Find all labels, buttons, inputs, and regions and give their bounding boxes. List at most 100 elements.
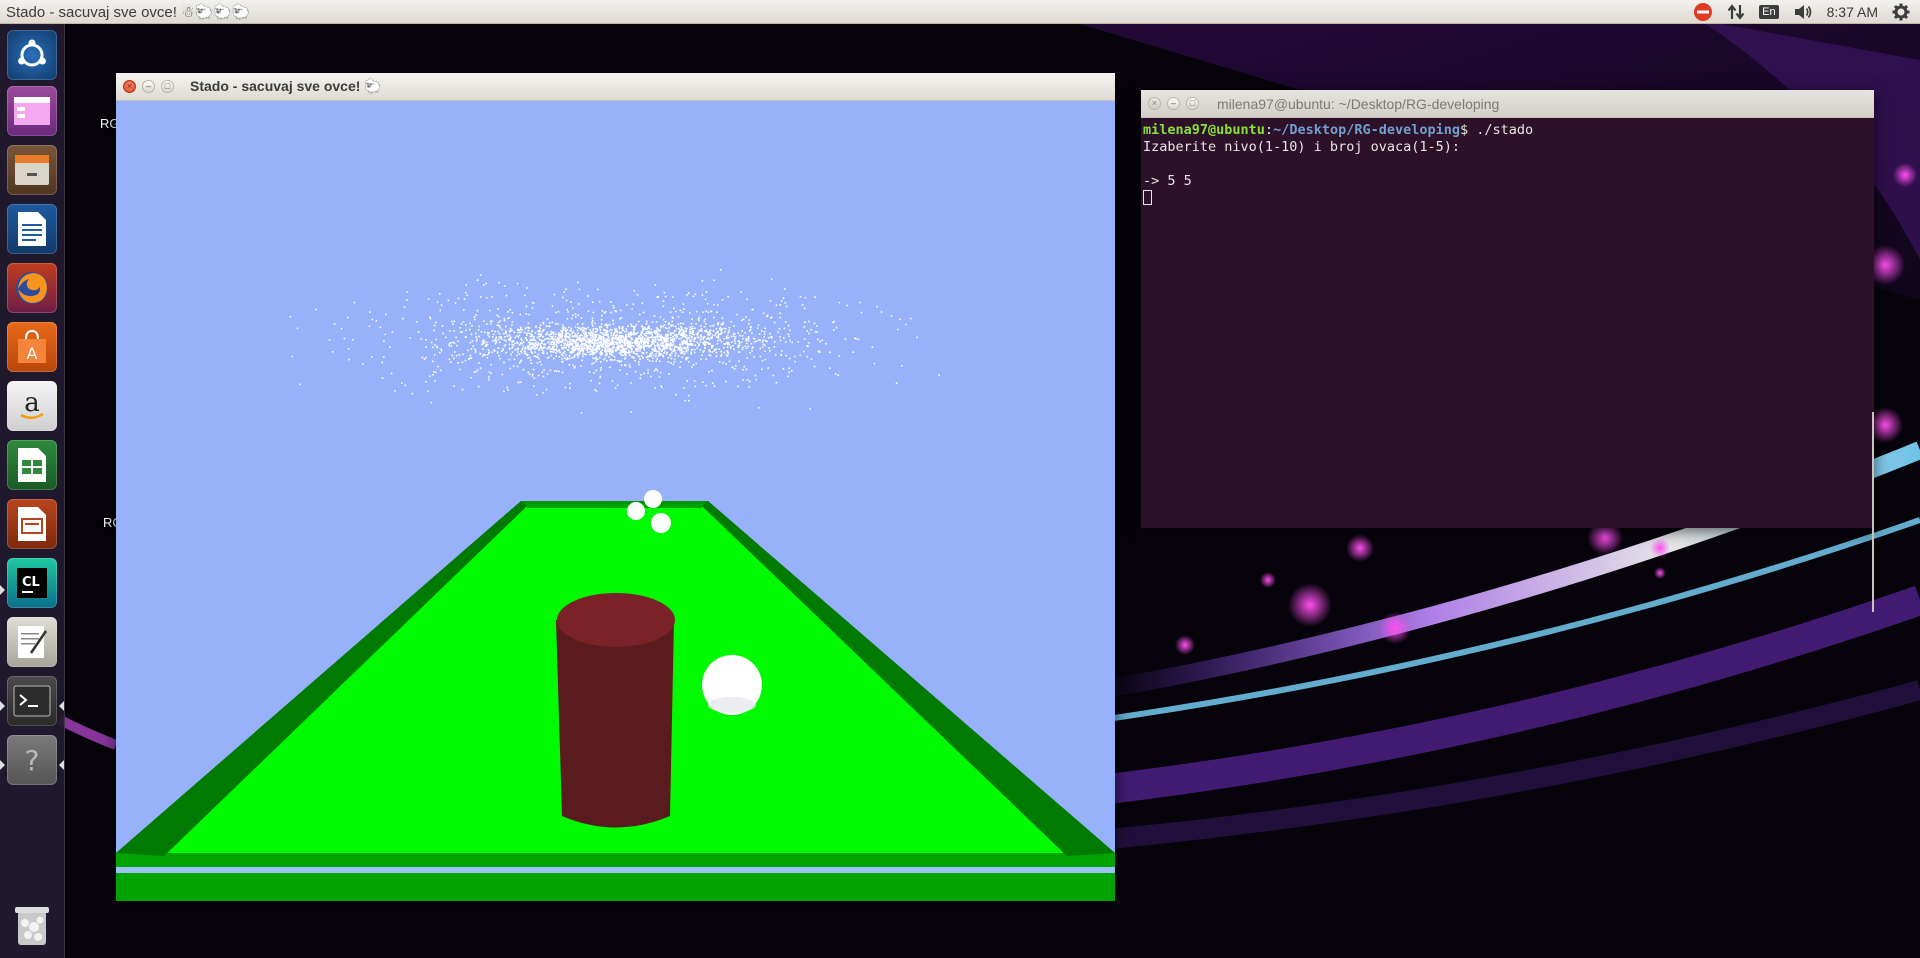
- launcher-amazon[interactable]: a: [7, 381, 57, 431]
- snow-particle: [556, 337, 559, 339]
- launcher-clion[interactable]: CL: [7, 558, 57, 608]
- snow-particle: [527, 329, 530, 332]
- snow-particle: [567, 311, 569, 313]
- snow-particle: [671, 338, 674, 340]
- snow-particle: [457, 297, 460, 300]
- snow-particle: [670, 357, 673, 360]
- network-arrows-icon[interactable]: [1727, 3, 1745, 21]
- snow-particle: [520, 350, 522, 353]
- launcher-libreoffice-calc[interactable]: [7, 440, 57, 490]
- terminal-scrollbar[interactable]: [1872, 412, 1874, 612]
- game-window-titlebar[interactable]: × – □ Stado - sacuvaj sve ovce! 🐑: [116, 73, 1115, 101]
- launcher-text-editor[interactable]: [7, 617, 57, 667]
- snow-particle: [391, 331, 394, 333]
- snow-particle: [475, 336, 477, 338]
- launcher-firefox[interactable]: [7, 263, 57, 313]
- snow-particle: [658, 376, 661, 378]
- terminal-cursor-line[interactable]: [1143, 190, 1872, 207]
- snow-particle: [434, 344, 436, 346]
- launcher-libreoffice-writer[interactable]: [7, 204, 57, 254]
- snow-particle: [666, 327, 668, 330]
- snow-particle: [813, 365, 816, 368]
- snow-particle: [817, 338, 819, 341]
- snow-particle: [527, 341, 530, 344]
- snow-particle: [673, 307, 675, 310]
- snow-particle: [592, 347, 594, 349]
- snow-particle: [723, 343, 725, 345]
- snow-particle: [700, 325, 702, 327]
- snow-particle: [578, 335, 581, 337]
- snow-particle: [599, 369, 602, 371]
- snow-particle: [566, 358, 569, 360]
- terminal-titlebar[interactable]: × – □ milena97@ubuntu: ~/Desktop/RG-deve…: [1141, 90, 1874, 118]
- minimize-icon[interactable]: –: [142, 80, 155, 93]
- snow-particle: [732, 335, 735, 337]
- snow-particle: [631, 347, 633, 350]
- snow-particle: [546, 337, 548, 340]
- close-icon[interactable]: ×: [1148, 97, 1161, 110]
- snow-particle: [788, 367, 791, 370]
- snow-particle: [551, 343, 553, 346]
- maximize-icon[interactable]: □: [1186, 97, 1199, 110]
- snow-particle: [625, 330, 628, 333]
- terminal-window[interactable]: × – □ milena97@ubuntu: ~/Desktop/RG-deve…: [1141, 90, 1874, 612]
- snow-particle: [639, 313, 641, 316]
- snow-particle: [738, 344, 741, 347]
- launcher-trash[interactable]: [7, 900, 57, 950]
- launcher-ubuntu-software[interactable]: A: [7, 322, 57, 372]
- snow-particle: [623, 353, 626, 355]
- snow-particle: [610, 338, 613, 340]
- snow-particle: [470, 348, 473, 350]
- volume-icon[interactable]: [1793, 3, 1813, 21]
- snow-particle: [607, 345, 609, 347]
- snow-particle: [543, 346, 545, 348]
- snow-particle: [712, 344, 714, 347]
- snow-particle: [489, 320, 492, 323]
- game-window[interactable]: × – □ Stado - sacuvaj sve ovce! 🐑: [116, 73, 1115, 901]
- no-entry-icon[interactable]: [1693, 2, 1713, 22]
- snow-particle: [770, 317, 772, 319]
- terminal-output[interactable]: milena97@ubuntu:~/Desktop/RG-developing$…: [1141, 118, 1874, 528]
- snow-particle: [671, 352, 673, 354]
- snow-particle: [837, 374, 840, 376]
- snow-particle: [606, 338, 608, 340]
- snow-particle: [645, 356, 648, 358]
- keyboard-language-icon[interactable]: En: [1759, 4, 1779, 19]
- snow-particle: [753, 356, 755, 358]
- launcher-terminal[interactable]: [7, 676, 57, 726]
- launcher-libreoffice-impress[interactable]: [7, 499, 57, 549]
- clock[interactable]: 8:37 AM: [1827, 4, 1878, 20]
- launcher-ubuntu-dash[interactable]: [7, 30, 57, 80]
- snow-particle: [524, 337, 527, 340]
- snow-particle: [585, 328, 587, 330]
- minimize-icon[interactable]: –: [1167, 97, 1180, 110]
- snow-particle: [549, 350, 552, 353]
- maximize-icon[interactable]: □: [161, 80, 174, 93]
- launcher-workspace-switcher[interactable]: [7, 86, 57, 136]
- snow-particle: [678, 330, 680, 333]
- snow-particle: [425, 380, 427, 383]
- snow-particle: [623, 364, 626, 366]
- snow-particle: [762, 312, 765, 315]
- snow-particle: [577, 348, 580, 350]
- snow-particle: [559, 351, 561, 353]
- system-gear-icon[interactable]: [1892, 3, 1910, 21]
- snow-particle: [597, 288, 599, 291]
- snow-particle: [770, 278, 773, 280]
- snow-particle: [657, 333, 659, 335]
- snow-particle: [592, 325, 594, 327]
- snow-particle: [721, 299, 724, 301]
- snow-particle: [538, 335, 540, 338]
- snow-particle: [601, 339, 603, 341]
- launcher-files[interactable]: [7, 145, 57, 195]
- snow-particle: [663, 341, 666, 343]
- game-canvas[interactable]: [116, 101, 1115, 901]
- close-icon[interactable]: ×: [123, 80, 136, 93]
- launcher-unknown-app[interactable]: ?: [7, 735, 57, 785]
- snow-particle: [623, 331, 626, 333]
- snow-particle: [482, 353, 485, 356]
- snow-particle: [717, 339, 719, 342]
- snow-particle: [699, 349, 702, 351]
- snow-particle: [785, 305, 788, 308]
